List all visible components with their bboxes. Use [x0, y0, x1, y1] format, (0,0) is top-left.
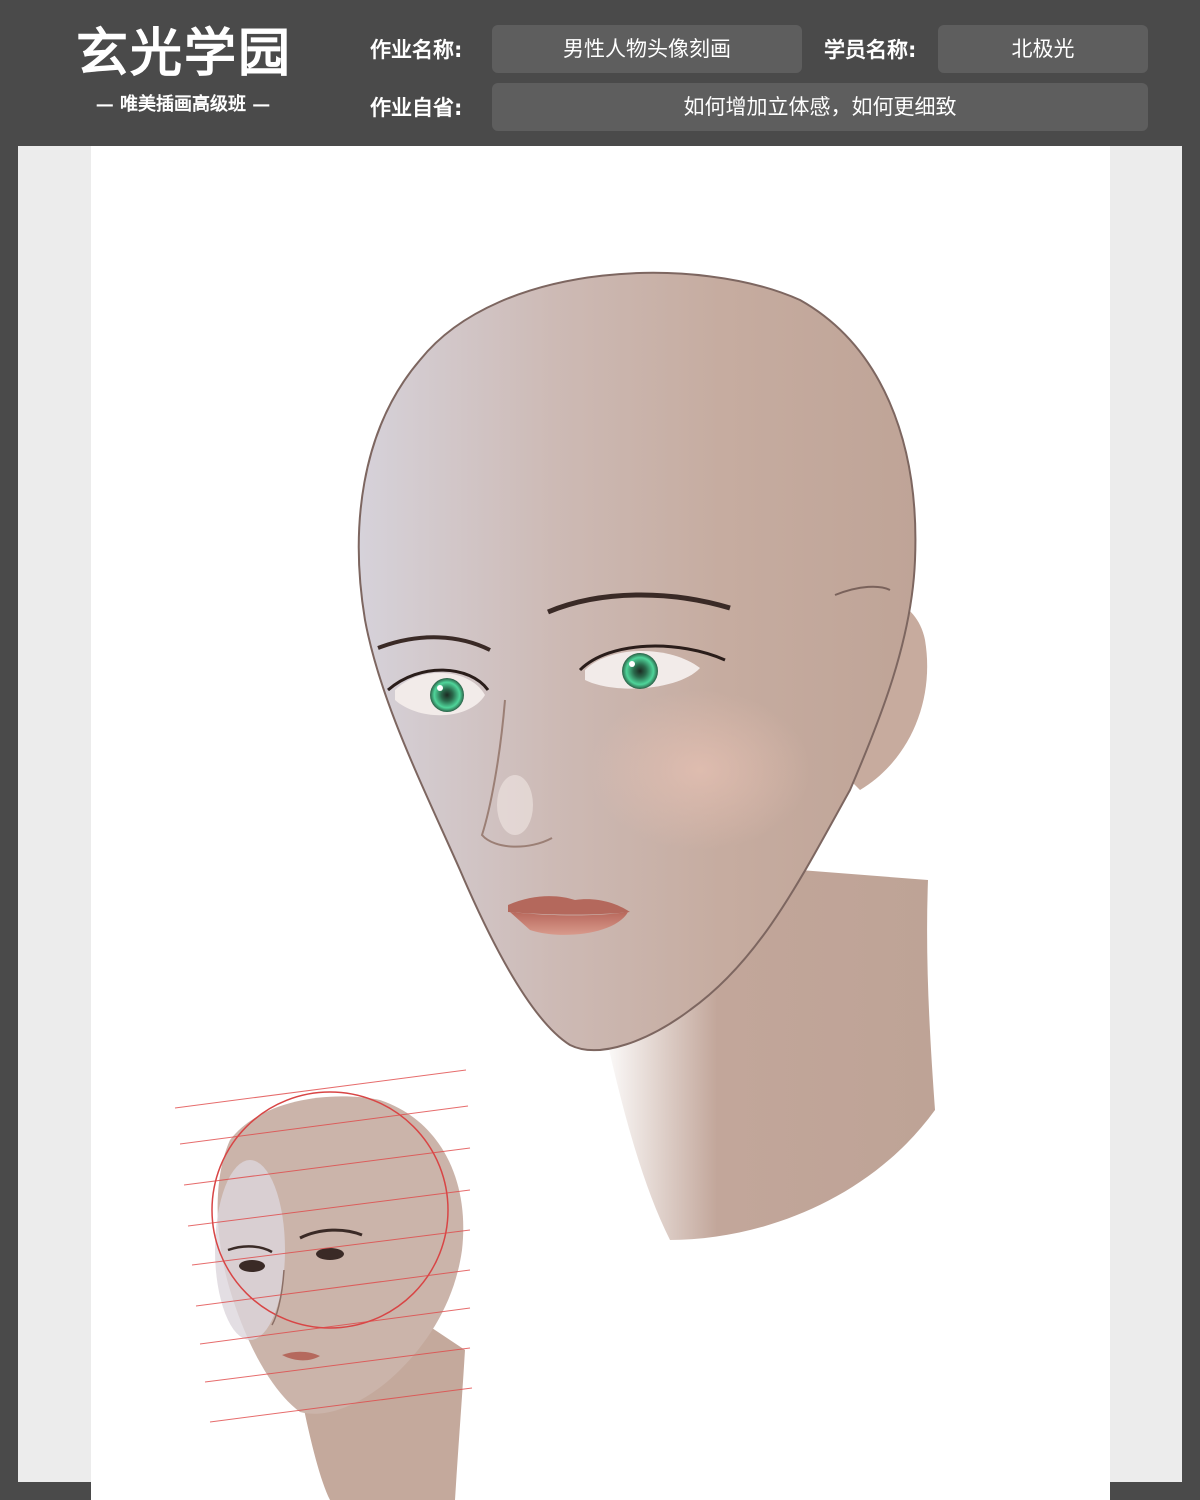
cheek-blush	[590, 690, 810, 850]
right-eye-highlight	[629, 661, 635, 667]
main-portrait	[357, 271, 935, 1240]
right-iris	[622, 653, 658, 689]
reference-face-light	[215, 1160, 285, 1340]
reference-right-eye	[316, 1248, 344, 1260]
left-iris	[430, 678, 464, 712]
artwork-layer	[174, 271, 935, 1500]
left-eye-highlight	[437, 685, 443, 691]
reference-sketch	[174, 1069, 473, 1500]
nose-highlight	[497, 775, 533, 835]
reference-left-eye	[239, 1260, 265, 1272]
